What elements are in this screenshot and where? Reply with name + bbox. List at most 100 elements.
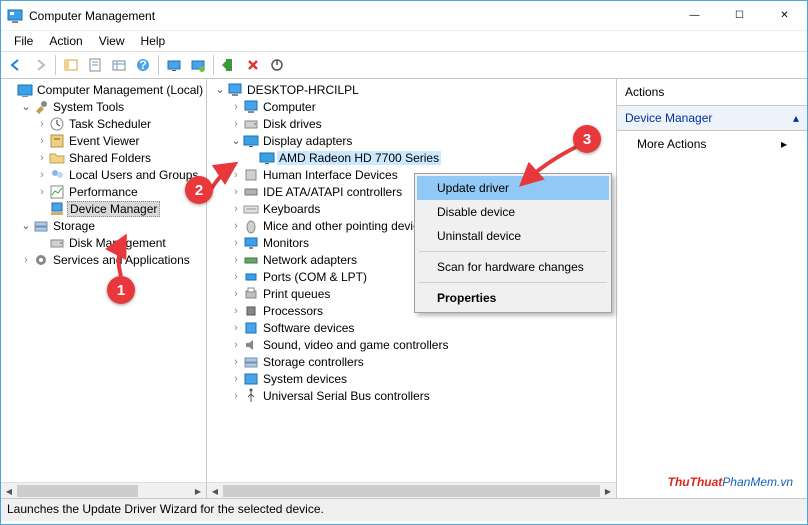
- expand-icon[interactable]: ›: [35, 135, 49, 147]
- expand-icon[interactable]: ›: [35, 152, 49, 164]
- expand-icon[interactable]: ›: [229, 356, 243, 368]
- expand-icon[interactable]: ›: [229, 339, 243, 351]
- svg-text:?: ?: [139, 58, 146, 72]
- tree-item[interactable]: ›Storage controllers: [209, 353, 616, 370]
- properties-button[interactable]: [84, 54, 106, 76]
- tree-item-label: System devices: [261, 372, 349, 386]
- expand-icon[interactable]: ›: [229, 373, 243, 385]
- storage-icon: [33, 218, 49, 234]
- scroll-right-button[interactable]: ▶: [190, 483, 206, 498]
- tree-item[interactable]: › Computer: [209, 98, 616, 115]
- tree-item-label: Display adapters: [261, 134, 354, 148]
- actions-section[interactable]: Device Manager ▴: [617, 106, 807, 131]
- context-menu-item[interactable]: Scan for hardware changes: [417, 255, 609, 279]
- annotation-badge-1: 1: [107, 276, 135, 304]
- actions-section-label: Device Manager: [625, 111, 712, 125]
- tree-item[interactable]: Computer Management (Local): [3, 81, 206, 98]
- collapse-icon[interactable]: ⌄: [19, 100, 33, 113]
- expand-icon[interactable]: ›: [229, 305, 243, 317]
- tree-item[interactable]: ⌄System Tools: [3, 98, 206, 115]
- context-menu-item[interactable]: Properties: [417, 286, 609, 310]
- expand-icon[interactable]: ›: [229, 220, 243, 232]
- tree-item-label: Computer: [261, 100, 318, 114]
- mgmt-icon: [17, 82, 33, 98]
- tree-item-label: IDE ATA/ATAPI controllers: [261, 185, 404, 199]
- maximize-button[interactable]: ☐: [717, 1, 762, 30]
- menu-file[interactable]: File: [7, 32, 40, 50]
- ide-icon: [243, 184, 259, 200]
- context-menu-item[interactable]: Uninstall device: [417, 224, 609, 248]
- display-icon: [243, 133, 259, 149]
- context-menu: Update driverDisable deviceUninstall dev…: [414, 173, 612, 313]
- scrollbar-horizontal[interactable]: ◀ ▶: [1, 482, 206, 498]
- close-button[interactable]: ✕: [762, 1, 807, 30]
- scan-hardware-button[interactable]: [187, 54, 209, 76]
- context-menu-separator: [419, 251, 607, 252]
- tree-item[interactable]: ›Disk drives: [209, 115, 616, 132]
- scroll-left-button[interactable]: ◀: [1, 483, 17, 498]
- tree-item-label: Local Users and Groups: [67, 168, 200, 182]
- expand-icon[interactable]: ›: [229, 237, 243, 249]
- expand-icon[interactable]: ›: [229, 390, 243, 402]
- context-menu-item[interactable]: Disable device: [417, 200, 609, 224]
- menu-action[interactable]: Action: [42, 32, 89, 50]
- window-title: Computer Management: [29, 9, 672, 23]
- forward-button[interactable]: [29, 54, 51, 76]
- tree-item[interactable]: Device Manager: [3, 200, 206, 217]
- tree-item[interactable]: ›Universal Serial Bus controllers: [209, 387, 616, 404]
- tree-item-label: Print queues: [261, 287, 332, 301]
- expand-icon[interactable]: ›: [35, 186, 49, 198]
- minimize-button[interactable]: —: [672, 1, 717, 30]
- tree-item[interactable]: › System devices: [209, 370, 616, 387]
- scroll-right-button[interactable]: ▶: [600, 483, 616, 498]
- app-icon: [7, 8, 23, 24]
- help-button[interactable]: ?: [132, 54, 154, 76]
- toolbar-separator: [158, 55, 159, 75]
- show-hide-tree-button[interactable]: [60, 54, 82, 76]
- more-actions-item[interactable]: More Actions ▸: [617, 131, 807, 157]
- expand-icon[interactable]: ›: [229, 254, 243, 266]
- enable-button[interactable]: [218, 54, 240, 76]
- perf-icon: [49, 184, 65, 200]
- expand-icon[interactable]: ›: [229, 203, 243, 215]
- expand-icon[interactable]: ›: [35, 118, 49, 130]
- event-icon: [49, 133, 65, 149]
- tree-item[interactable]: ›Event Viewer: [3, 132, 206, 149]
- pc-icon: [227, 82, 243, 98]
- scrollbar-horizontal[interactable]: ◀ ▶: [207, 482, 616, 498]
- context-menu-separator: [419, 282, 607, 283]
- tree-item[interactable]: › Local Users and Groups: [3, 166, 206, 183]
- collapse-icon[interactable]: ⌄: [229, 134, 243, 147]
- collapse-icon[interactable]: ⌄: [19, 219, 33, 232]
- tree-item[interactable]: ›Task Scheduler: [3, 115, 206, 132]
- expand-icon[interactable]: ›: [229, 322, 243, 334]
- expand-icon[interactable]: ›: [229, 118, 243, 130]
- expand-icon[interactable]: ›: [229, 271, 243, 283]
- usb-icon: [243, 388, 259, 404]
- tree-item[interactable]: ⌄DESKTOP-HRCILPL: [209, 81, 616, 98]
- tree-item[interactable]: ›Shared Folders: [3, 149, 206, 166]
- collapse-icon[interactable]: ⌄: [213, 83, 227, 96]
- disable-button[interactable]: [266, 54, 288, 76]
- expand-icon[interactable]: ›: [229, 101, 243, 113]
- export-list-button[interactable]: [108, 54, 130, 76]
- update-driver-button[interactable]: [163, 54, 185, 76]
- expand-icon[interactable]: ›: [229, 288, 243, 300]
- annotation-arrow-3: [516, 144, 586, 194]
- menu-view[interactable]: View: [92, 32, 132, 50]
- scroll-track[interactable]: [17, 483, 190, 498]
- tree-item[interactable]: ›Sound, video and game controllers: [209, 336, 616, 353]
- disk-icon: [243, 116, 259, 132]
- scroll-left-button[interactable]: ◀: [207, 483, 223, 498]
- expand-icon[interactable]: ›: [19, 254, 33, 266]
- watermark-red: ThuThuat: [668, 475, 723, 489]
- folder-icon: [49, 150, 65, 166]
- menu-help[interactable]: Help: [134, 32, 173, 50]
- tree-item[interactable]: ›Software devices: [209, 319, 616, 336]
- expand-icon[interactable]: ›: [35, 169, 49, 181]
- back-button[interactable]: [5, 54, 27, 76]
- scroll-track[interactable]: [223, 483, 600, 498]
- uninstall-button[interactable]: [242, 54, 264, 76]
- port-icon: [243, 269, 259, 285]
- tree-item[interactable]: ›Performance: [3, 183, 206, 200]
